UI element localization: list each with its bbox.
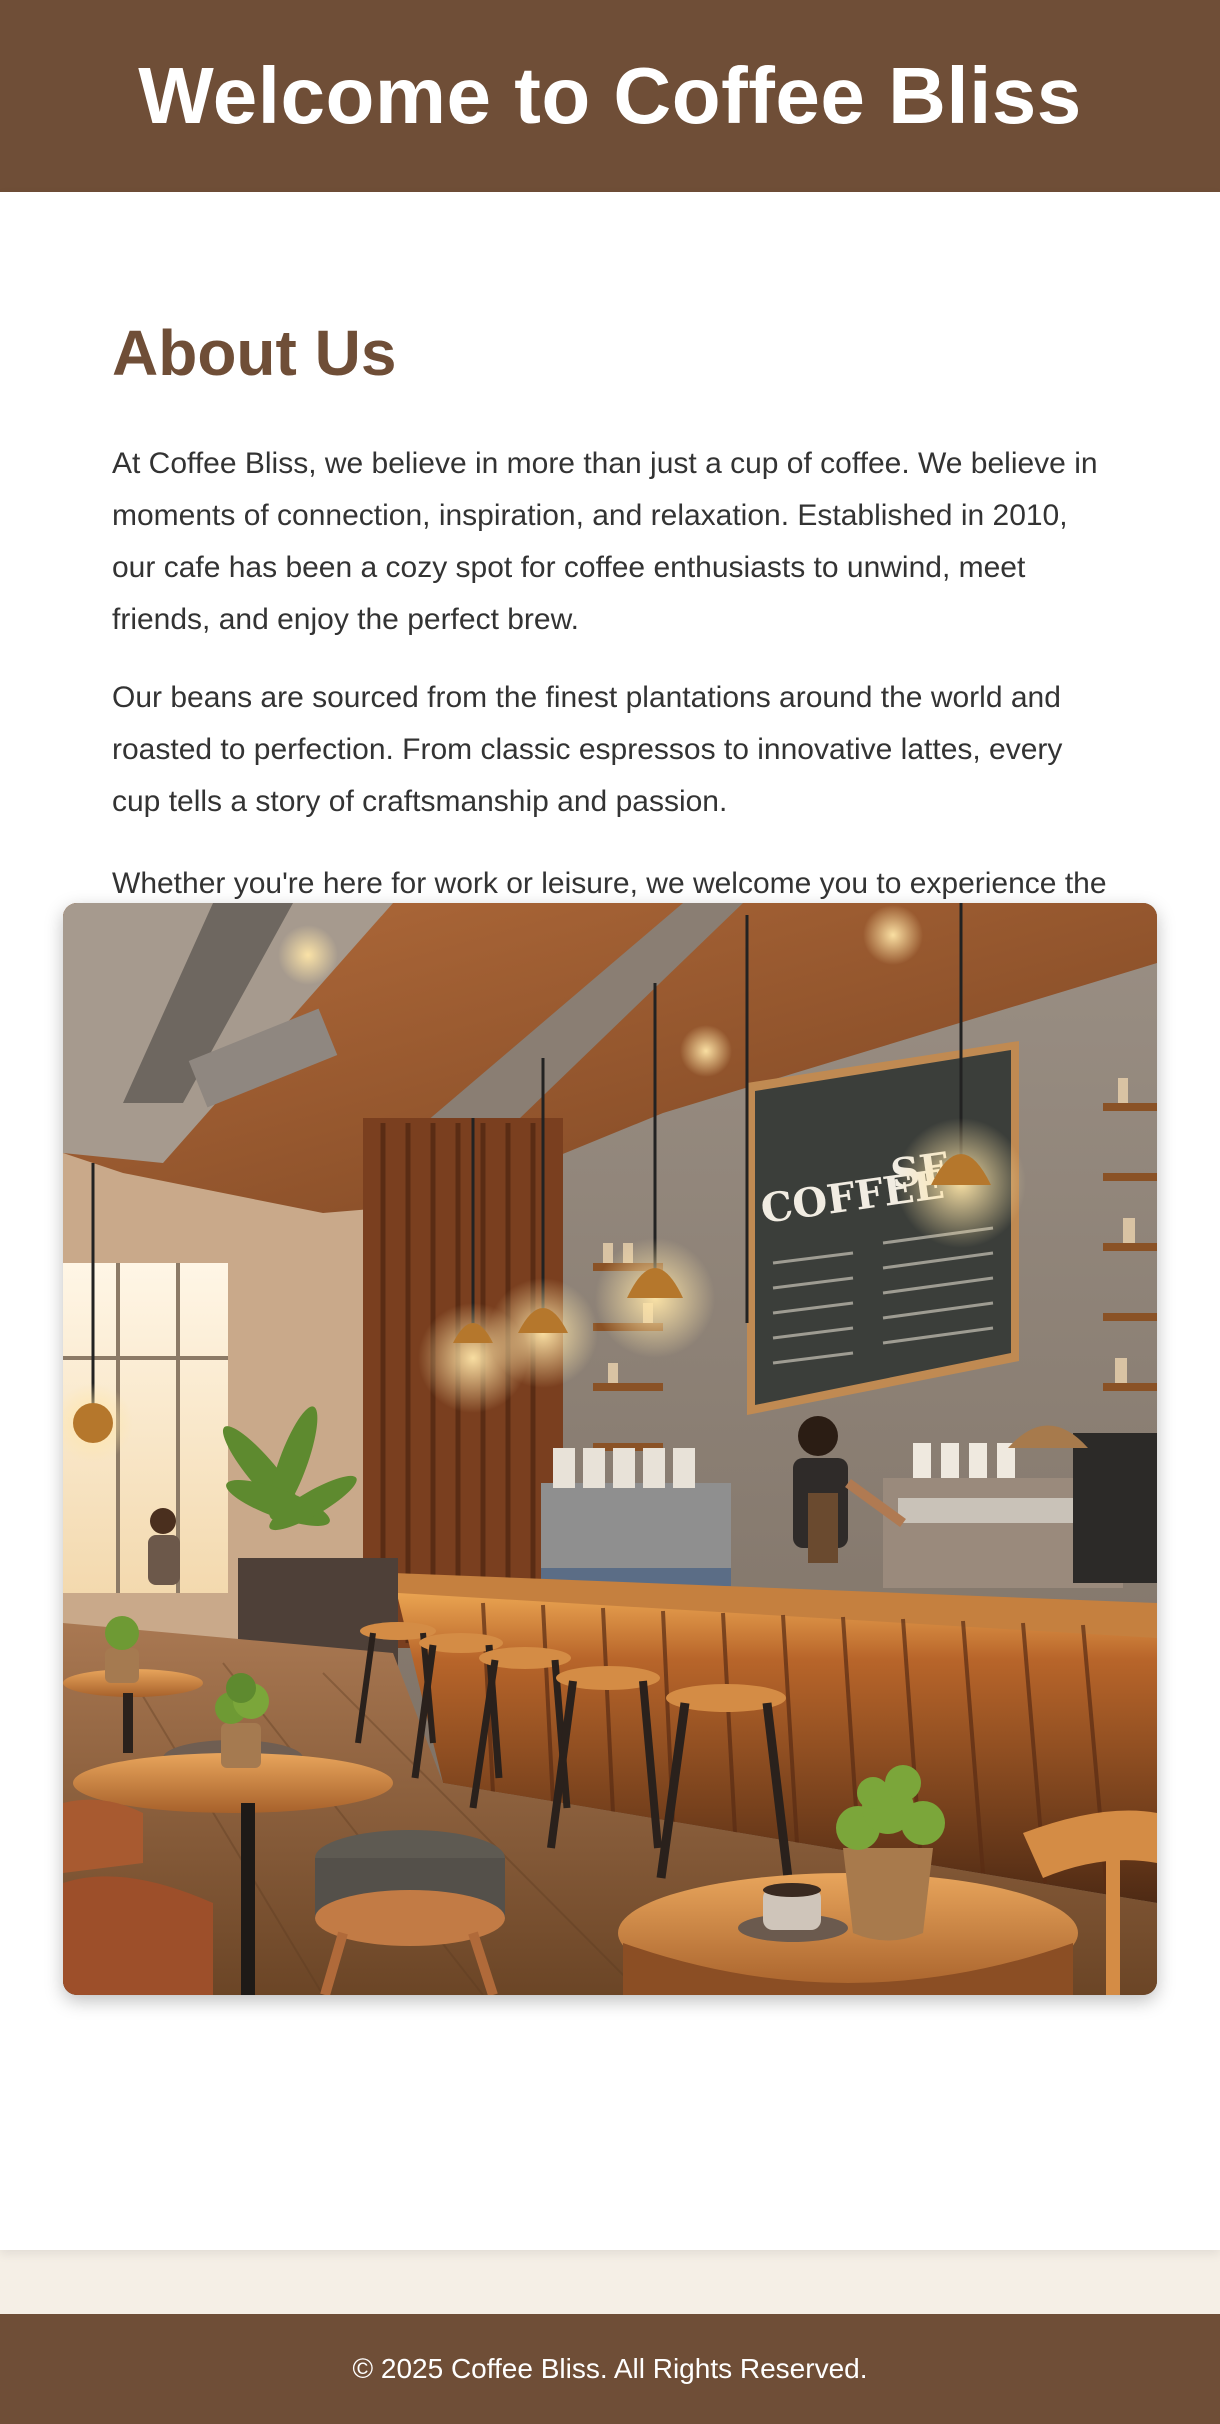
page-title: Welcome to Coffee Bliss [138,51,1082,140]
cafe-illustration: COFFEE SE [63,903,1157,1995]
cafe-interior-photo: COFFEE SE [63,903,1157,1995]
site-footer: © 2025 Coffee Bliss. All Rights Reserved… [0,2314,1220,2424]
about-paragraph-1: At Coffee Bliss, we believe in more than… [112,447,1098,636]
site-header: Welcome to Coffee Bliss [0,0,1220,192]
about-paragraph-2: Our beans are sourced from the finest pl… [112,681,1063,818]
about-heading: About Us [112,317,397,389]
copyright-text: © 2025 Coffee Bliss. All Rights Reserved… [352,2353,868,2384]
